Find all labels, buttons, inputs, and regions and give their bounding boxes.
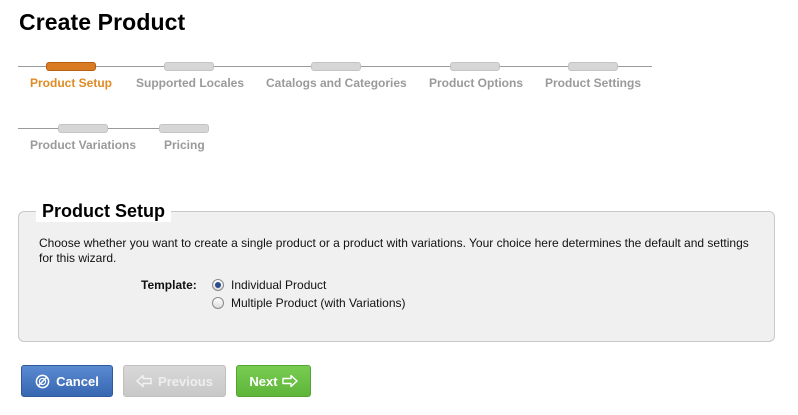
template-label: Template:	[141, 278, 197, 292]
step-progress-pill	[159, 124, 209, 133]
template-option-multiple[interactable]: Multiple Product (with Variations)	[212, 296, 406, 310]
step-progress-pill	[164, 62, 214, 71]
option-label: Multiple Product (with Variations)	[231, 296, 406, 310]
next-button[interactable]: Next	[236, 365, 311, 397]
arrow-right-icon	[281, 374, 298, 388]
page-title: Create Product	[19, 9, 186, 35]
step-progress-pill	[450, 62, 500, 71]
step-label: Product Variations	[30, 138, 137, 152]
cancel-button-label: Cancel	[56, 373, 99, 389]
step-label: Catalogs and Categories	[266, 76, 407, 90]
radio-button-unchecked[interactable]	[212, 297, 224, 309]
wizard-steps-row-2: Product Variations Pricing	[18, 123, 209, 163]
step-label: Product Setup	[30, 76, 113, 90]
step-progress-pill	[311, 62, 361, 71]
template-option-individual[interactable]: Individual Product	[212, 278, 326, 292]
step-progress-pill	[568, 62, 618, 71]
cancel-circle-icon	[35, 374, 50, 389]
wizard-steps-row-1: Product Setup Supported Locales Catalogs…	[18, 61, 652, 101]
next-button-label: Next	[249, 373, 278, 389]
step-label: Product Settings	[545, 76, 642, 90]
radio-button-checked[interactable]	[212, 279, 224, 291]
panel-title: Product Setup	[36, 200, 172, 222]
step-progress-pill	[58, 124, 108, 133]
previous-button-label: Previous	[158, 373, 213, 389]
panel-description: Choose whether you want to create a sing…	[39, 236, 749, 265]
arrow-left-icon	[136, 374, 152, 388]
step-progress-pill	[46, 62, 96, 71]
step-label: Pricing	[164, 138, 205, 152]
cancel-button[interactable]: Cancel	[21, 365, 113, 397]
previous-button[interactable]: Previous	[123, 365, 226, 397]
product-setup-panel: Product Setup Choose whether you want to…	[18, 200, 775, 342]
step-label: Product Options	[429, 76, 523, 90]
option-label: Individual Product	[231, 278, 327, 292]
step-label: Supported Locales	[136, 76, 245, 90]
